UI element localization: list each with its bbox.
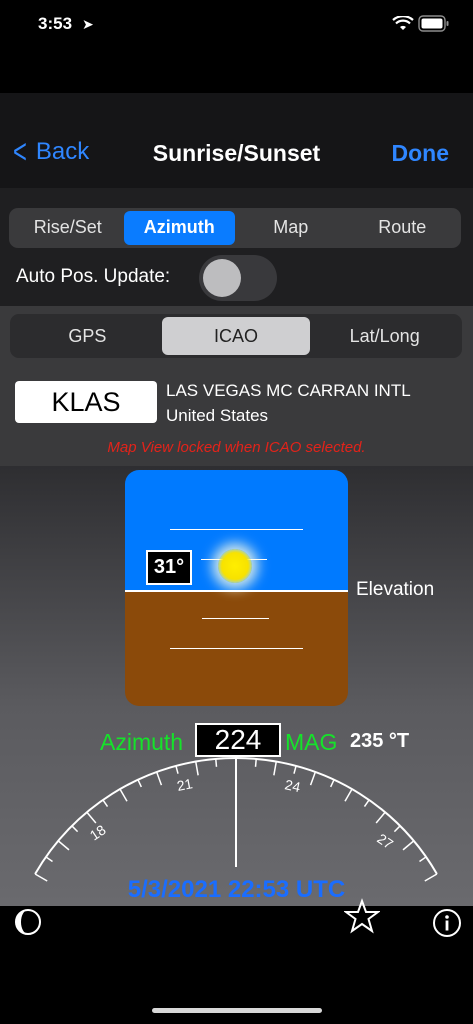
- star-icon[interactable]: [344, 898, 380, 934]
- compass-tick: [402, 840, 415, 851]
- icao-input[interactable]: [15, 381, 157, 423]
- compass-tick: [363, 799, 370, 807]
- compass-tick: [175, 765, 179, 774]
- mode-segmented-control: Rise/Set Azimuth Map Route: [9, 208, 461, 248]
- compass-tick: [57, 840, 70, 851]
- compass-tick: [45, 856, 53, 863]
- azimuth-value: 224: [195, 723, 281, 757]
- compass-tick: [309, 771, 317, 786]
- tab-route[interactable]: Route: [347, 211, 459, 245]
- tab-gps[interactable]: GPS: [13, 317, 162, 355]
- elevation-indicator: [125, 470, 348, 706]
- compass-label-21: 21: [176, 775, 195, 794]
- tab-azimuth[interactable]: Azimuth: [123, 211, 235, 245]
- true-azimuth: 235 °T: [350, 730, 410, 752]
- compass-label-27: 27: [374, 830, 396, 852]
- pitch-line: [170, 648, 303, 649]
- home-indicator: [152, 1008, 322, 1013]
- compass-tick: [344, 788, 353, 802]
- horizon-line: [125, 590, 348, 592]
- compass-tick: [254, 758, 257, 767]
- source-segmented-control: GPS ICAO Lat/Long: [10, 314, 462, 358]
- compass-label-24: 24: [283, 776, 302, 795]
- compass-tick: [273, 761, 278, 776]
- moon-half-icon[interactable]: [14, 908, 42, 936]
- compass-tick: [215, 758, 218, 767]
- elevation-value: 31°: [146, 550, 192, 585]
- done-button[interactable]: Done: [392, 140, 450, 167]
- airport-name: LAS VEGAS MC CARRAN INTL: [166, 381, 411, 400]
- info-icon[interactable]: [432, 908, 462, 938]
- elevation-label: Elevation: [356, 579, 435, 600]
- compass-tick: [375, 811, 386, 824]
- pitch-line: [202, 618, 269, 619]
- compass-tick: [329, 779, 335, 788]
- pitch-line: [170, 529, 303, 530]
- battery-icon: [418, 15, 449, 32]
- tab-icao[interactable]: ICAO: [161, 317, 311, 355]
- compass-tick: [137, 779, 143, 788]
- location-arrow-icon: ➤: [82, 16, 94, 32]
- wifi-icon: [392, 16, 414, 30]
- auto-update-label: Auto Pos. Update:: [16, 266, 171, 287]
- auto-update-toggle[interactable]: [199, 255, 277, 301]
- tab-map[interactable]: Map: [235, 211, 347, 245]
- tab-lat-long[interactable]: Lat/Long: [310, 317, 459, 355]
- toggle-knob: [203, 259, 241, 297]
- compass-tick: [86, 811, 97, 824]
- compass-tick: [155, 771, 163, 786]
- tab-rise-set[interactable]: Rise/Set: [12, 211, 124, 245]
- status-time: 3:53: [38, 14, 73, 33]
- compass-label-18: 18: [87, 821, 109, 843]
- compass-tick: [71, 825, 79, 833]
- compass-tick: [393, 825, 401, 833]
- compass-tick: [119, 788, 128, 802]
- compass-tick: [194, 761, 199, 776]
- compass-tick: [293, 765, 297, 774]
- date-time: 5/3/2021 22:53 UTC: [127, 876, 346, 903]
- airport-country: United States: [166, 406, 269, 425]
- mag-label: MAG: [285, 729, 338, 755]
- compass-tick: [102, 799, 109, 807]
- compass-tick: [419, 856, 427, 863]
- map-lock-message: Map View locked when ICAO selected.: [107, 439, 366, 456]
- sun-icon: [218, 549, 252, 583]
- ground-area: [125, 592, 348, 706]
- azimuth-label: Azimuth: [100, 729, 184, 755]
